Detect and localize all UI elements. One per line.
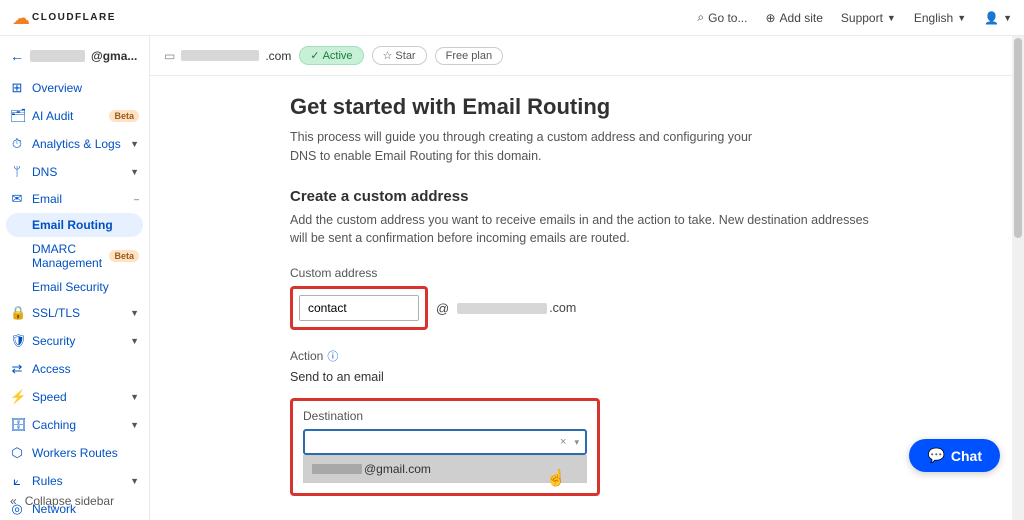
sidebar-item-dns[interactable]: ᛘDNS▼	[0, 158, 149, 185]
collapse-icon: «	[10, 494, 17, 508]
custom-address-input[interactable]	[299, 295, 419, 321]
action-label: Action ⓘ	[290, 348, 984, 364]
access-icon: ⇄	[10, 361, 24, 377]
scrollbar[interactable]	[1012, 36, 1024, 520]
destination-option[interactable]: @gmail.com ☝	[304, 456, 586, 482]
chevron-down-icon: ▼	[1003, 13, 1012, 23]
sidebar-item-security[interactable]: 🛡Security▼	[0, 327, 149, 355]
plan-pill: Free plan	[435, 47, 503, 65]
add-site-button[interactable]: ⊕ Add site	[765, 11, 822, 25]
analytics-icon: ⏱	[10, 136, 24, 152]
chevron-down-icon: ▼	[130, 308, 139, 318]
destination-label: Destination	[303, 409, 587, 423]
chevron-down-icon[interactable]: ▾	[574, 437, 579, 448]
speed-icon: ⚡	[10, 389, 24, 405]
highlight-box	[290, 286, 428, 330]
sidebar: ← @gma... ⊞Overview 🗂AI AuditBeta ⏱Analy…	[0, 36, 150, 520]
search-icon: ⌕	[697, 10, 704, 25]
sidebar-item-email[interactable]: ✉Email–	[0, 185, 149, 213]
info-icon[interactable]: ⓘ	[327, 348, 338, 364]
section-title: Create a custom address	[290, 188, 984, 205]
collapse-sidebar[interactable]: « Collapse sidebar	[0, 488, 149, 514]
chat-button[interactable]: 💬 Chat	[909, 439, 1000, 472]
language-menu[interactable]: English ▼	[914, 11, 966, 25]
chevron-down-icon: ▼	[130, 476, 139, 486]
ai-icon: 🗂	[10, 108, 24, 124]
status-active-pill: ✓ Active	[299, 46, 363, 65]
sidebar-sub-email-security[interactable]: Email Security	[0, 275, 149, 299]
account-redacted	[30, 50, 85, 62]
sidebar-item-analytics[interactable]: ⏱Analytics & Logs▼	[0, 130, 149, 158]
cloud-icon: ☁	[12, 9, 30, 27]
shield-icon: 🛡	[10, 333, 24, 349]
section-desc: Add the custom address you want to recei…	[290, 211, 870, 249]
support-menu[interactable]: Support ▼	[841, 11, 896, 25]
account-label: @gma...	[91, 49, 137, 63]
logo[interactable]: ☁ CLOUDFLARE	[12, 9, 116, 27]
brand-text: CLOUDFLARE	[32, 12, 116, 23]
user-icon: 👤	[984, 11, 999, 25]
dns-icon: ᛘ	[10, 164, 24, 179]
page-title: Get started with Email Routing	[290, 94, 984, 120]
sidebar-item-ssl[interactable]: 🔒SSL/TLS▼	[0, 299, 149, 327]
lock-icon: 🔒	[10, 305, 24, 321]
cursor-icon: ☝	[546, 468, 566, 488]
sidebar-item-ai-audit[interactable]: 🗂AI AuditBeta	[0, 102, 149, 130]
option-redacted	[312, 464, 362, 474]
back-arrow[interactable]: ←	[10, 48, 24, 64]
sidebar-sub-email-routing[interactable]: Email Routing	[6, 213, 143, 237]
email-icon: ✉	[10, 191, 24, 207]
at-symbol: @	[436, 301, 449, 316]
sidebar-sub-dmarc[interactable]: DMARC ManagementBeta	[0, 237, 149, 275]
sidebar-item-access[interactable]: ⇄Access	[0, 355, 149, 383]
chevron-down-icon: ▼	[887, 13, 896, 23]
chevron-down-icon: ▼	[130, 139, 139, 149]
page-intro: This process will guide you through crea…	[290, 128, 770, 166]
custom-address-label: Custom address	[290, 266, 984, 280]
globe-icon: ▭	[164, 49, 175, 63]
chevron-down-icon: ▼	[957, 13, 966, 23]
scrollbar-thumb[interactable]	[1014, 38, 1022, 238]
workers-icon: ⬡	[10, 445, 24, 461]
beta-badge: Beta	[109, 110, 139, 122]
chevron-down-icon: ▼	[130, 336, 139, 346]
sidebar-item-caching[interactable]: 🗄Caching▼	[0, 411, 149, 439]
chevron-down-icon: ▼	[130, 392, 139, 402]
chevron-up-icon: –	[134, 194, 139, 204]
domain-redacted	[181, 50, 259, 61]
sidebar-item-workers[interactable]: ⬡Workers Routes	[0, 439, 149, 467]
highlight-box: Destination × ▾ @gmail.com ☝	[290, 398, 600, 496]
clear-icon[interactable]: ×	[560, 436, 566, 448]
plus-icon: ⊕	[765, 11, 775, 25]
goto-link[interactable]: ⌕ Go to...	[697, 10, 747, 25]
chevron-down-icon: ▼	[130, 167, 139, 177]
overview-icon: ⊞	[10, 80, 24, 96]
chat-icon: 💬	[927, 447, 944, 464]
star-button[interactable]: ☆ Star	[372, 46, 427, 65]
user-menu[interactable]: 👤 ▼	[984, 11, 1012, 25]
sidebar-item-speed[interactable]: ⚡Speed▼	[0, 383, 149, 411]
beta-badge: Beta	[109, 250, 139, 262]
domain-selector[interactable]: ▭ .com	[164, 49, 291, 63]
destination-combobox[interactable]: × ▾	[303, 429, 587, 455]
sidebar-item-overview[interactable]: ⊞Overview	[0, 74, 149, 102]
rules-icon: ⟀	[10, 473, 24, 489]
action-value: Send to an email	[290, 370, 984, 384]
caching-icon: 🗄	[10, 417, 24, 433]
destination-dropdown: @gmail.com ☝	[303, 455, 587, 483]
chevron-down-icon: ▼	[130, 420, 139, 430]
domain-display: .com	[457, 301, 576, 315]
